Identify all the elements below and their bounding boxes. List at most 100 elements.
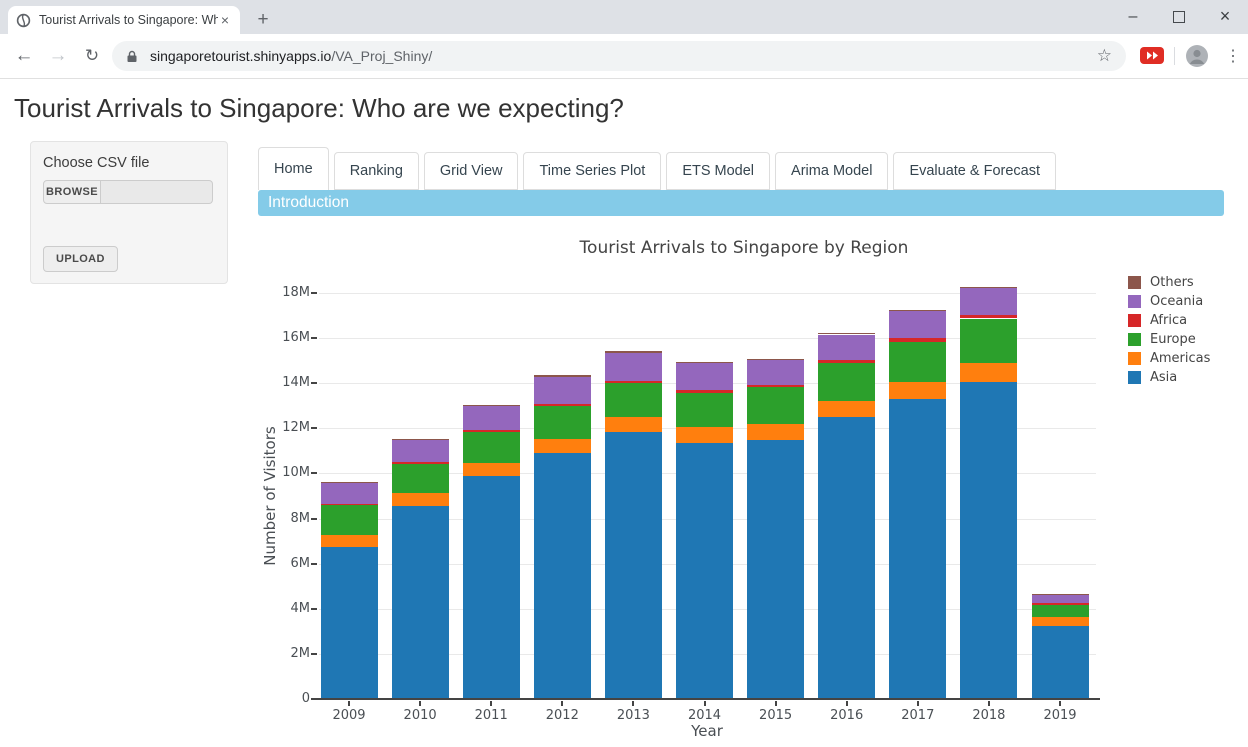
tab-arima-model[interactable]: Arima Model [775, 152, 888, 190]
bar-segment-americas-2019[interactable] [1032, 617, 1089, 626]
bar-segment-africa-2018[interactable] [960, 315, 1017, 318]
bar-segment-others-2014[interactable] [676, 362, 733, 363]
window-minimize-button[interactable]: – [1110, 0, 1156, 33]
bar-segment-oceania-2014[interactable] [676, 363, 733, 390]
legend-item-europe[interactable]: Europe [1128, 330, 1210, 349]
bar-segment-others-2017[interactable] [889, 310, 946, 311]
window-maximize-button[interactable] [1156, 0, 1202, 33]
bar-segment-oceania-2012[interactable] [534, 377, 591, 404]
bar-segment-oceania-2011[interactable] [463, 406, 520, 430]
bar-segment-others-2016[interactable] [818, 333, 875, 334]
bar-segment-americas-2013[interactable] [605, 417, 662, 431]
bar-segment-africa-2015[interactable] [747, 385, 804, 387]
bar-segment-europe-2019[interactable] [1032, 605, 1089, 617]
extension-icon[interactable] [1140, 47, 1164, 69]
legend-item-oceania[interactable]: Oceania [1128, 292, 1210, 311]
bar-segment-americas-2009[interactable] [321, 535, 378, 547]
reload-icon[interactable]: ↻ [78, 42, 106, 70]
tab-grid-view[interactable]: Grid View [424, 152, 519, 190]
bar-segment-europe-2018[interactable] [960, 319, 1017, 364]
bar-segment-americas-2016[interactable] [818, 401, 875, 417]
bar-segment-africa-2011[interactable] [463, 430, 520, 432]
legend-item-asia[interactable]: Asia [1128, 368, 1210, 387]
legend-item-americas[interactable]: Americas [1128, 349, 1210, 368]
bar-segment-asia-2010[interactable] [392, 506, 449, 699]
bar-segment-asia-2017[interactable] [889, 399, 946, 699]
bar-segment-asia-2009[interactable] [321, 547, 378, 699]
bar-segment-oceania-2013[interactable] [605, 353, 662, 381]
bar-segment-oceania-2016[interactable] [818, 335, 875, 361]
bar-segment-asia-2013[interactable] [605, 432, 662, 699]
bar-segment-africa-2012[interactable] [534, 404, 591, 406]
forward-icon[interactable]: → [44, 42, 72, 70]
bar-segment-asia-2014[interactable] [676, 443, 733, 699]
tab-home[interactable]: Home [258, 147, 329, 190]
bar-segment-others-2018[interactable] [960, 287, 1017, 288]
tab-time-series-plot[interactable]: Time Series Plot [523, 152, 661, 190]
bar-segment-americas-2011[interactable] [463, 463, 520, 476]
bar-segment-others-2015[interactable] [747, 359, 804, 360]
legend-item-africa[interactable]: Africa [1128, 311, 1210, 330]
bar-segment-asia-2019[interactable] [1032, 626, 1089, 699]
browser-tab[interactable]: Tourist Arrivals to Singapore: Wh × [8, 6, 240, 34]
bar-segment-americas-2012[interactable] [534, 439, 591, 453]
tab-ranking[interactable]: Ranking [334, 152, 419, 190]
bar-segment-others-2011[interactable] [463, 405, 520, 406]
y-tick-label: 12M [262, 420, 310, 435]
bar-segment-oceania-2015[interactable] [747, 360, 804, 385]
bar-segment-africa-2016[interactable] [818, 360, 875, 363]
new-tab-button[interactable]: + [250, 7, 276, 33]
app-page: Tourist Arrivals to Singapore: Who are w… [0, 79, 1248, 747]
window-close-button[interactable]: × [1202, 0, 1248, 33]
bar-segment-oceania-2018[interactable] [960, 288, 1017, 315]
tab-evaluate-forecast[interactable]: Evaluate & Forecast [893, 152, 1056, 190]
bar-segment-africa-2014[interactable] [676, 390, 733, 393]
legend-item-others[interactable]: Others [1128, 273, 1210, 292]
tab-ets-model[interactable]: ETS Model [666, 152, 770, 190]
bar-segment-africa-2010[interactable] [392, 462, 449, 465]
browser-menu-icon[interactable]: ⋮ [1222, 42, 1244, 70]
profile-avatar[interactable] [1185, 44, 1209, 73]
bar-segment-europe-2010[interactable] [392, 464, 449, 493]
bar-segment-asia-2011[interactable] [463, 476, 520, 699]
bar-segment-oceania-2010[interactable] [392, 440, 449, 461]
bar-segment-europe-2012[interactable] [534, 406, 591, 439]
bar-segment-africa-2009[interactable] [321, 504, 378, 505]
bar-segment-europe-2009[interactable] [321, 505, 378, 535]
bar-segment-oceania-2019[interactable] [1032, 595, 1089, 603]
bar-segment-americas-2017[interactable] [889, 382, 946, 399]
bar-segment-americas-2018[interactable] [960, 363, 1017, 382]
bar-segment-others-2013[interactable] [605, 351, 662, 353]
bar-segment-asia-2018[interactable] [960, 382, 1017, 699]
bar-segment-others-2010[interactable] [392, 439, 449, 440]
tab-close-icon[interactable]: × [218, 13, 232, 27]
x-tick-mark [419, 701, 421, 706]
bar-segment-europe-2014[interactable] [676, 393, 733, 427]
bar-segment-others-2019[interactable] [1032, 594, 1089, 595]
bar-segment-africa-2013[interactable] [605, 381, 662, 384]
bar-segment-others-2012[interactable] [534, 375, 591, 376]
bar-segment-others-2009[interactable] [321, 482, 378, 483]
upload-button[interactable]: UPLOAD [43, 246, 118, 272]
back-icon[interactable]: ← [10, 42, 38, 70]
bar-segment-americas-2014[interactable] [676, 427, 733, 443]
bar-segment-europe-2015[interactable] [747, 387, 804, 424]
bookmark-star-icon[interactable]: ☆ [1097, 46, 1112, 66]
bar-segment-europe-2011[interactable] [463, 432, 520, 463]
bar-segment-asia-2015[interactable] [747, 440, 804, 699]
bar-segment-oceania-2009[interactable] [321, 483, 378, 504]
bar-segment-asia-2016[interactable] [818, 417, 875, 699]
bar-segment-asia-2012[interactable] [534, 453, 591, 699]
bar-segment-europe-2013[interactable] [605, 383, 662, 417]
bar-segment-europe-2016[interactable] [818, 363, 875, 400]
x-tick-label: 2009 [314, 708, 384, 723]
bar-segment-americas-2015[interactable] [747, 424, 804, 440]
bar-segment-africa-2019[interactable] [1032, 603, 1089, 605]
file-name-field[interactable] [101, 180, 213, 204]
bar-segment-europe-2017[interactable] [889, 342, 946, 383]
bar-segment-americas-2010[interactable] [392, 493, 449, 506]
address-bar[interactable]: singaporetourist.shinyapps.io /VA_Proj_S… [112, 41, 1126, 71]
bar-segment-africa-2017[interactable] [889, 338, 946, 341]
bar-segment-oceania-2017[interactable] [889, 311, 946, 338]
browse-button[interactable]: BROWSE [43, 180, 101, 204]
